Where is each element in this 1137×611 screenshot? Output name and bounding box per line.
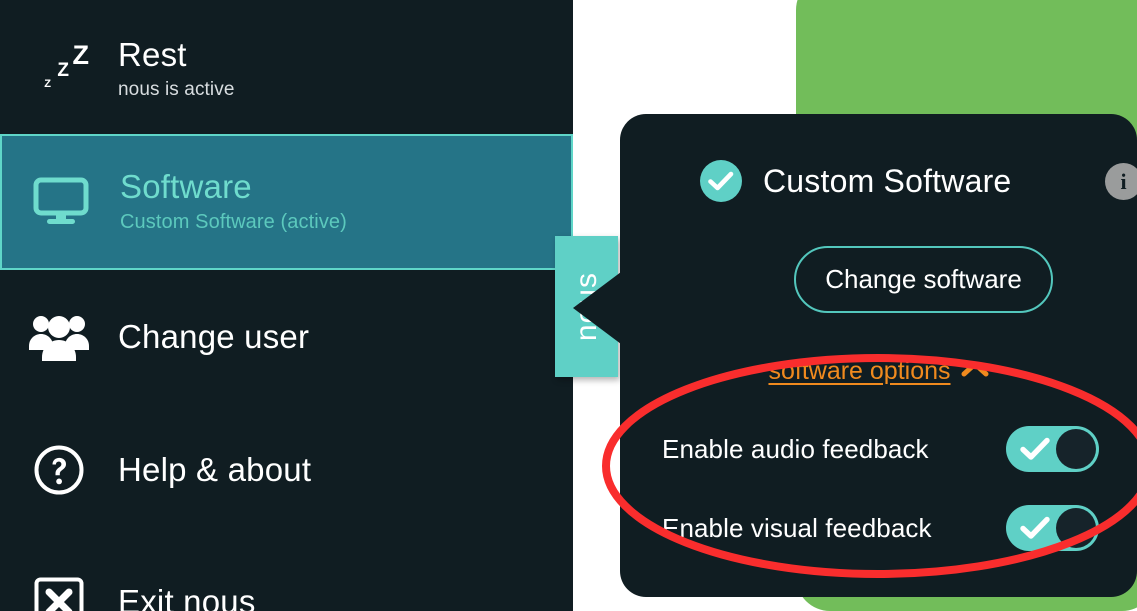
sidebar-item-rest-subtitle: nous is active	[118, 79, 235, 101]
sidebar-item-change-user[interactable]: Change user	[0, 305, 573, 369]
zzz-icon-glyph-medium: Z	[57, 60, 69, 81]
checkmark-icon	[1020, 516, 1050, 545]
sidebar-item-help-about-text: Help & about	[118, 450, 312, 489]
question-circle-icon	[0, 444, 118, 496]
sidebar-item-change-user-title: Change user	[118, 317, 310, 355]
option-label-visual-feedback: Enable visual feedback	[662, 512, 932, 543]
sidebar-item-exit-nous[interactable]: Exit nous	[0, 572, 573, 611]
check-circle-icon	[700, 160, 742, 202]
software-popup-wrapper: Custom Software i Change software softwa…	[573, 114, 1137, 597]
sidebar-item-help-about-title: Help & about	[118, 450, 312, 488]
sidebar-item-software[interactable]: Software Custom Software (active)	[0, 134, 573, 270]
zzz-icon: Z Z Z	[0, 40, 118, 98]
sidebar-item-help-about[interactable]: Help & about	[0, 440, 573, 500]
sidebar-item-rest-text: Rest nous is active	[118, 36, 235, 103]
checkmark-icon	[1020, 437, 1050, 466]
software-options-toggle-link[interactable]: software options	[620, 357, 1137, 386]
toggle-knob	[1056, 429, 1096, 469]
change-software-button[interactable]: Change software	[794, 246, 1053, 313]
sidebar-item-change-user-text: Change user	[118, 317, 310, 356]
toggle-visual-feedback[interactable]	[1006, 505, 1099, 551]
sidebar-item-rest[interactable]: Z Z Z Rest nous is active	[0, 22, 573, 118]
main-menu-sidebar: Z Z Z Rest nous is active Software Custo…	[0, 0, 573, 611]
info-icon[interactable]: i	[1105, 163, 1137, 200]
toggle-knob	[1056, 508, 1096, 548]
close-box-icon	[0, 577, 118, 611]
sidebar-item-exit-nous-text: Exit nous	[118, 582, 256, 611]
option-label-audio-feedback: Enable audio feedback	[662, 433, 929, 464]
sidebar-item-software-text: Software Custom Software (active)	[120, 167, 347, 236]
option-row-audio-feedback: Enable audio feedback	[662, 426, 1099, 472]
info-icon-glyph: i	[1120, 168, 1127, 194]
software-options-link-label: software options	[768, 357, 951, 385]
toggle-audio-feedback[interactable]	[1006, 426, 1099, 472]
sidebar-item-software-subtitle: Custom Software (active)	[120, 211, 347, 234]
software-popup: Custom Software i Change software softwa…	[620, 114, 1137, 597]
app-root: Z Z Z Rest nous is active Software Custo…	[0, 0, 1137, 611]
popup-title: Custom Software	[763, 162, 1012, 199]
popup-pointer-tail	[573, 269, 625, 347]
zzz-icon-glyph-large: Z	[72, 40, 90, 70]
sidebar-item-rest-title: Rest	[118, 36, 187, 74]
change-software-button-label: Change software	[825, 264, 1022, 294]
monitor-icon	[2, 177, 120, 227]
chevron-up-icon	[961, 361, 989, 382]
sidebar-item-software-title: Software	[120, 167, 252, 205]
users-icon	[0, 312, 118, 362]
popup-header: Custom Software i	[700, 160, 1137, 202]
sidebar-item-exit-nous-title: Exit nous	[118, 582, 256, 611]
zzz-icon-glyph-small: Z	[44, 78, 51, 90]
option-row-visual-feedback: Enable visual feedback	[662, 505, 1099, 551]
